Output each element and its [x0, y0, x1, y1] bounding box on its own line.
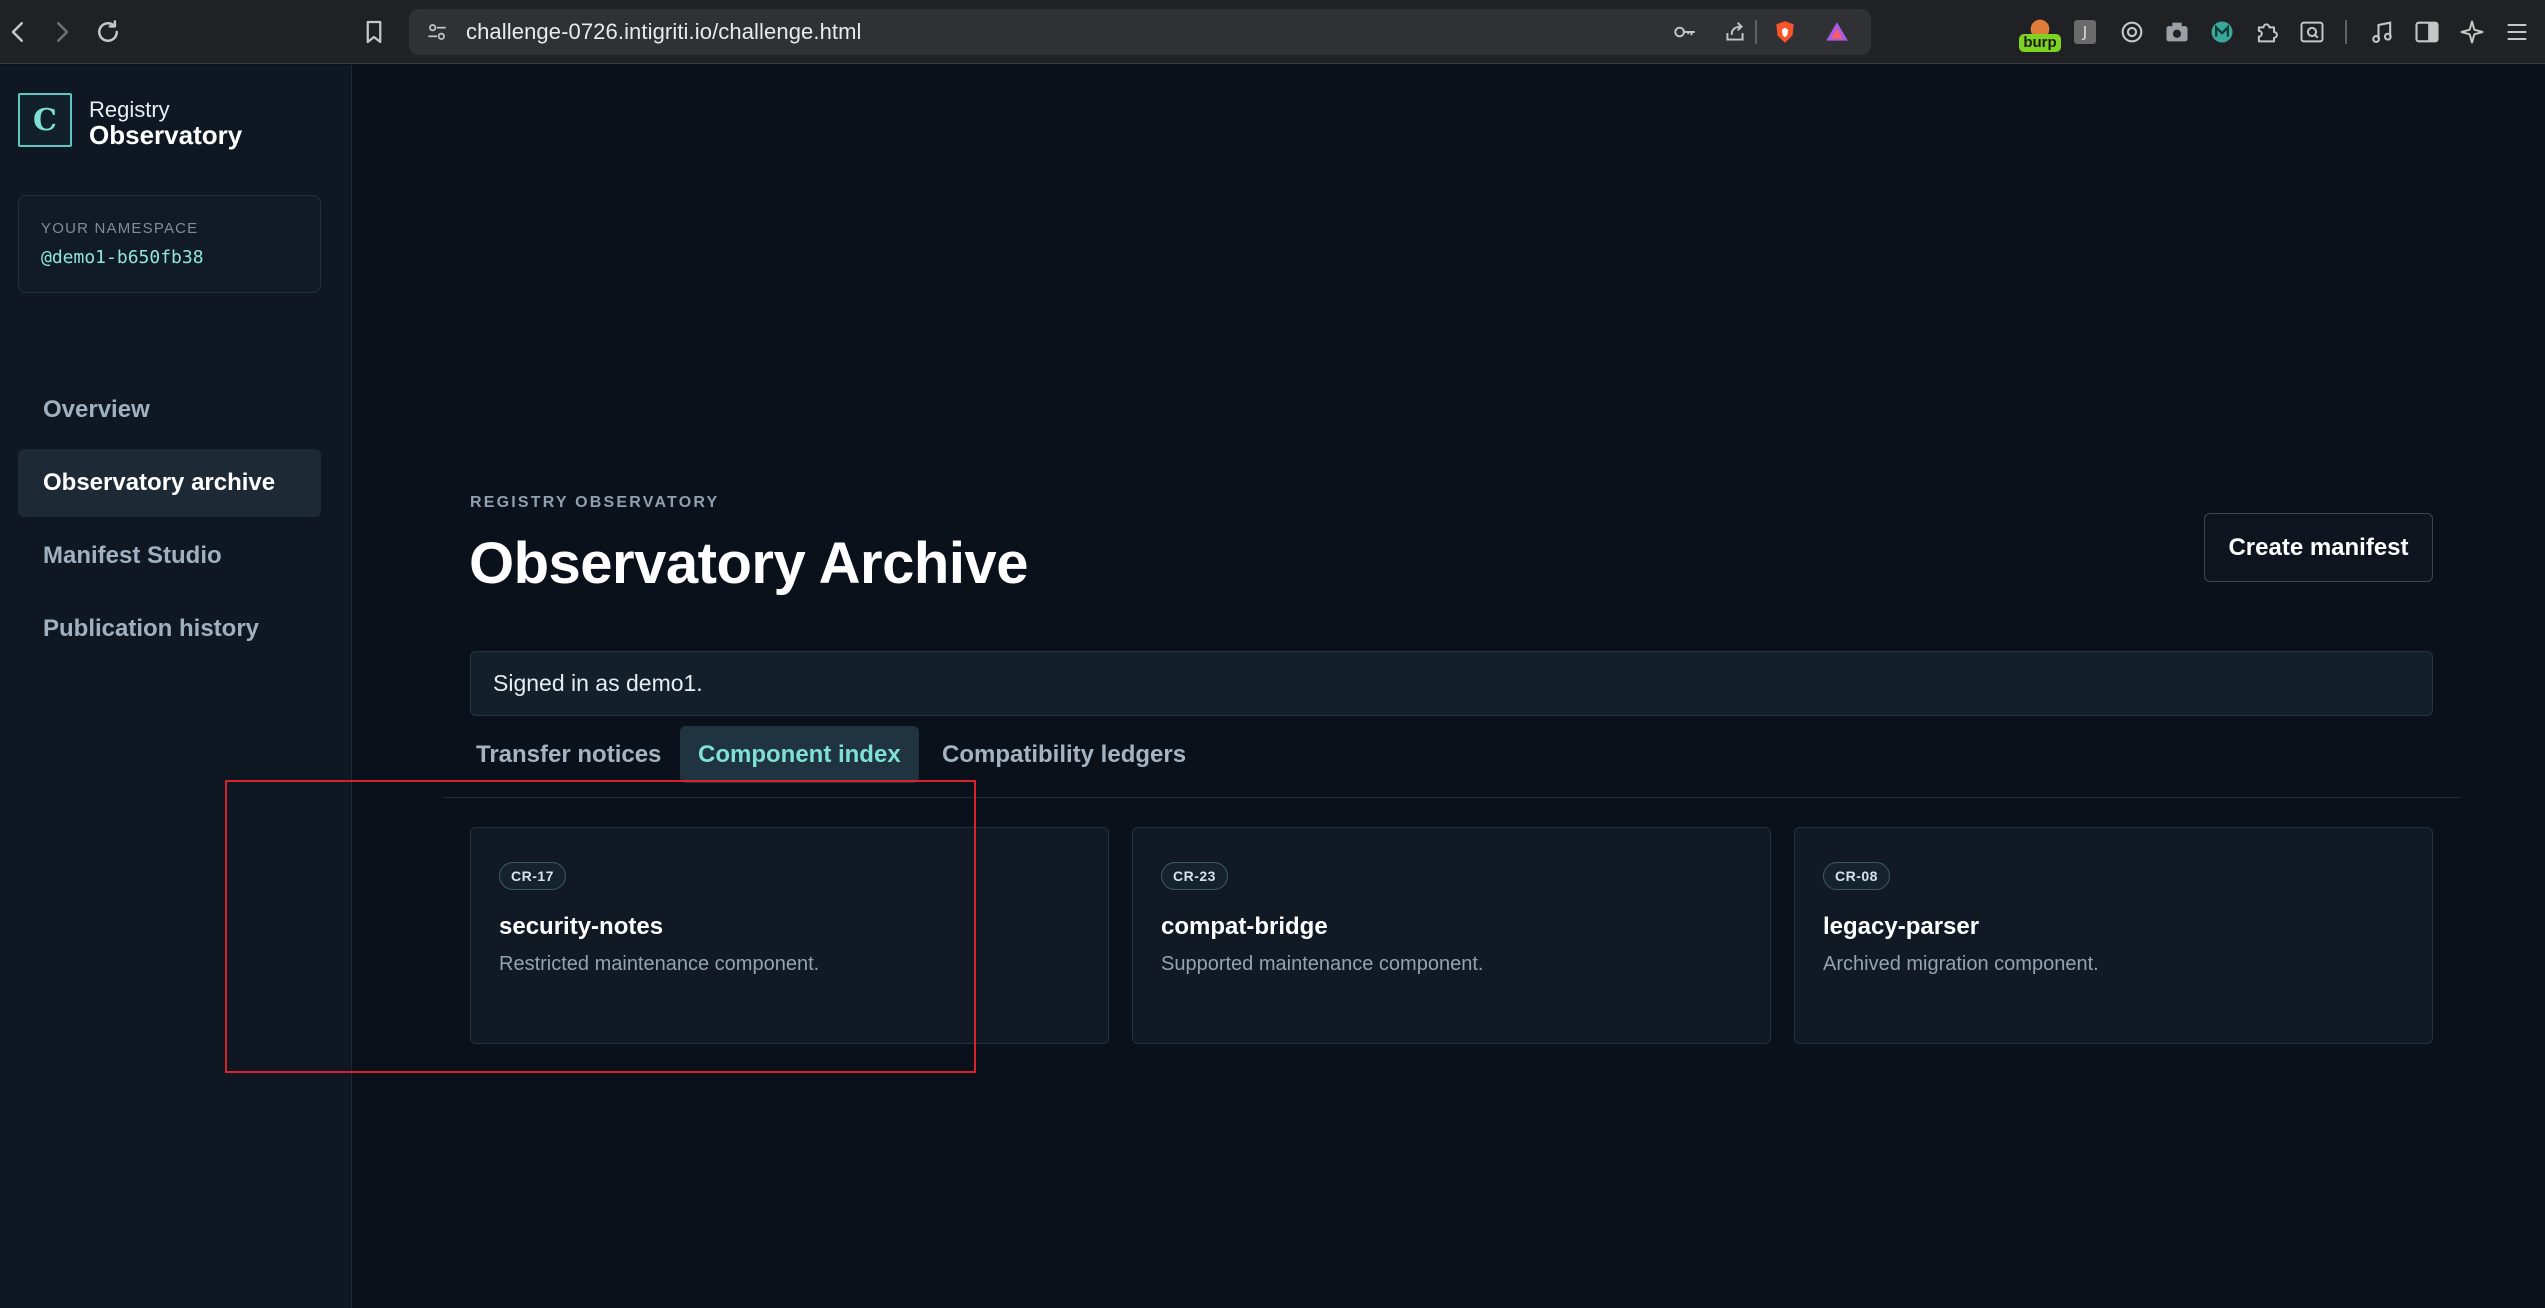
music-icon[interactable] [2367, 17, 2397, 47]
back-icon[interactable] [0, 14, 36, 50]
brand-title: Observatory [89, 120, 243, 150]
component-badge: CR-23 [1161, 862, 1228, 890]
forward-icon[interactable] [44, 14, 80, 50]
tab-compatibility-ledgers[interactable]: Compatibility ledgers [924, 726, 1204, 783]
omnibox-divider [1755, 20, 1757, 44]
sidebar-item-publication-history[interactable]: Publication history [18, 595, 321, 663]
component-title[interactable]: compat-bridge [1161, 913, 1328, 941]
openai-extension-icon[interactable] [2117, 17, 2147, 47]
tab-component-index[interactable]: Component index [680, 726, 919, 783]
site-info-icon[interactable] [423, 18, 451, 46]
toolbar-divider [2345, 20, 2347, 44]
page-title: Observatory Archive [469, 531, 1028, 596]
component-title[interactable]: legacy-parser [1823, 913, 1979, 941]
namespace-label: YOUR NAMESPACE [41, 220, 199, 237]
share-icon[interactable] [1721, 18, 1749, 46]
component-card-legacy-parser[interactable]: CR-08 legacy-parser Archived migration c… [1794, 827, 2433, 1044]
component-badge: CR-08 [1823, 862, 1890, 890]
create-manifest-button[interactable]: Create manifest [2204, 513, 2433, 582]
component-description: Archived migration component. [1823, 953, 2099, 975]
burp-badge: burp [2019, 34, 2061, 52]
component-card-compat-bridge[interactable]: CR-23 compat-bridge Supported maintenanc… [1132, 827, 1771, 1044]
address-bar[interactable]: challenge-0726.intigriti.io/challenge.ht… [409, 9, 1871, 55]
key-icon[interactable] [1671, 18, 1699, 46]
leo-ai-icon[interactable] [2457, 17, 2487, 47]
camera-extension-icon[interactable] [2162, 17, 2192, 47]
tab-transfer-notices[interactable]: Transfer notices [458, 726, 679, 783]
extensions-puzzle-icon[interactable] [2252, 17, 2282, 47]
brave-shield-icon[interactable] [1771, 18, 1799, 46]
m-extension-icon[interactable] [2207, 17, 2237, 47]
sidebar-item-manifest-studio[interactable]: Manifest Studio [18, 522, 321, 590]
brave-rewards-icon[interactable] [1823, 18, 1851, 46]
namespace-card: YOUR NAMESPACE @demo1-b650fb38 [18, 195, 321, 293]
bookmark-icon[interactable] [356, 14, 392, 50]
url-text[interactable]: challenge-0726.intigriti.io/challenge.ht… [466, 19, 862, 45]
main-content: REGISTRY OBSERVATORY Observatory Archive… [225, 65, 2545, 1308]
sidebar-item-overview[interactable]: Overview [18, 376, 321, 444]
menu-icon[interactable] [2502, 17, 2532, 47]
j-extension-icon[interactable]: J [2074, 20, 2096, 44]
sidebar: C Registry Observatory YOUR NAMESPACE @d… [0, 65, 352, 1308]
namespace-value: @demo1-b650fb38 [41, 247, 204, 268]
logo: C [18, 93, 72, 147]
sidebar-item-observatory-archive[interactable]: Observatory archive [18, 449, 321, 517]
status-banner: Signed in as demo1. [470, 651, 2433, 716]
search-page-icon[interactable] [2297, 17, 2327, 47]
page-eyebrow: REGISTRY OBSERVATORY [470, 494, 720, 511]
browser-toolbar: challenge-0726.intigriti.io/challenge.ht… [0, 0, 2545, 64]
sidebar-toggle-icon[interactable] [2412, 17, 2442, 47]
reload-icon[interactable] [90, 14, 126, 50]
annotation-highlight-box [225, 780, 976, 1073]
component-description: Supported maintenance component. [1161, 953, 1484, 975]
